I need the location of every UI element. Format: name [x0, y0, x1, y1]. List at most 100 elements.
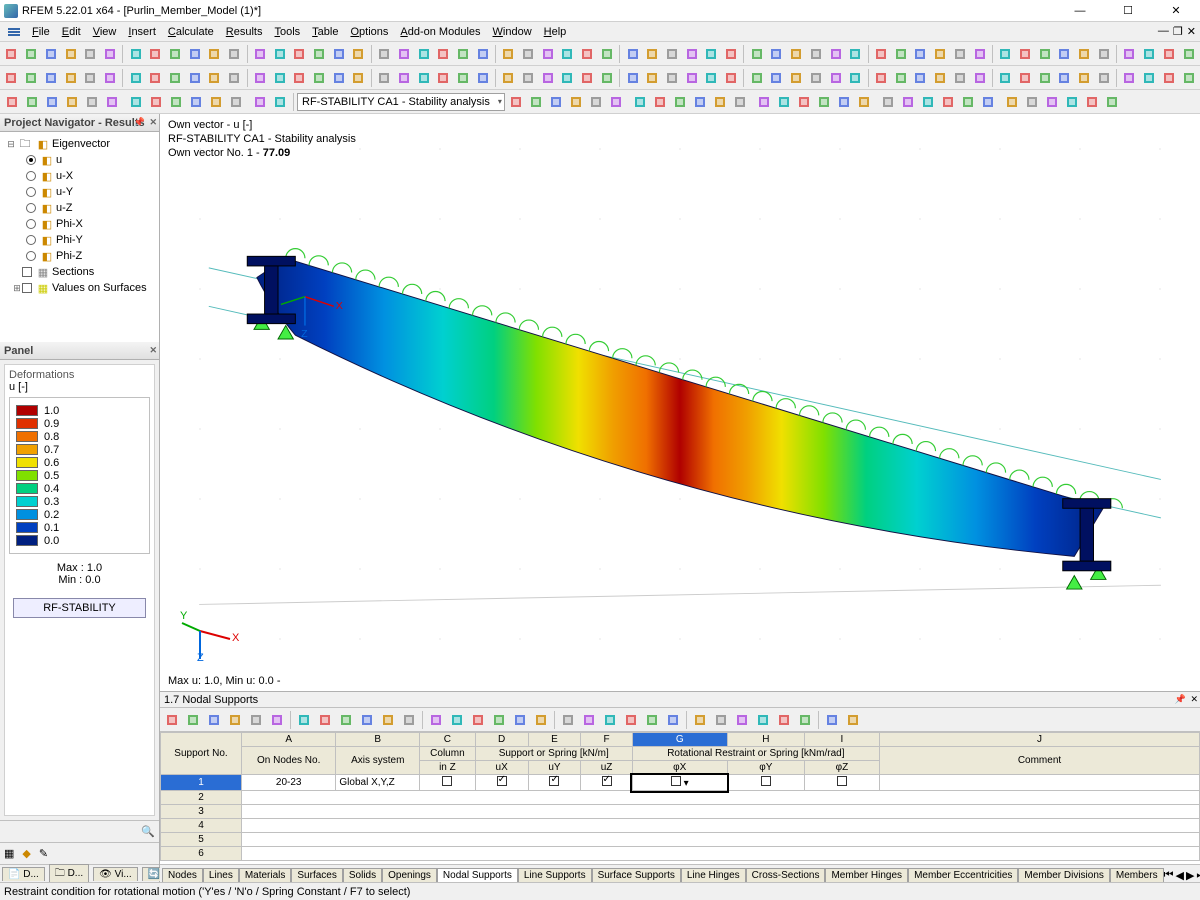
minimize-button[interactable]: —: [1060, 2, 1100, 20]
bptb-btn-26[interactable]: [732, 710, 752, 730]
tb1-btn-19[interactable]: [394, 44, 413, 64]
checkbox-active[interactable]: [671, 776, 681, 786]
tb2-btn-3[interactable]: [61, 68, 80, 88]
tb2-btn-47[interactable]: [970, 68, 989, 88]
tb2-btn-8[interactable]: [166, 68, 185, 88]
nav-tab[interactable]: 📄 D...: [2, 867, 45, 881]
maximize-button[interactable]: ☐: [1108, 2, 1148, 20]
tb2-btn-17[interactable]: [349, 68, 368, 88]
tab-next-icon[interactable]: ▶: [1186, 869, 1194, 882]
nav-tab[interactable]: 👁 Vi...: [93, 867, 138, 881]
tree-item[interactable]: ◧u: [2, 152, 157, 168]
tb3b-btn-18[interactable]: [878, 92, 898, 112]
tab-members[interactable]: Members: [1110, 868, 1164, 882]
panel-tab-icon[interactable]: ✎: [39, 847, 48, 860]
tb2-btn-39[interactable]: [807, 68, 826, 88]
mdi-close-icon[interactable]: ✕: [1187, 25, 1196, 38]
rf-stability-button[interactable]: RF-STABILITY: [13, 598, 146, 618]
tb2-btn-12[interactable]: [250, 68, 269, 88]
tab-member divisions[interactable]: Member Divisions: [1018, 868, 1109, 882]
tree-item[interactable]: ◧u-Y: [2, 184, 157, 200]
tb2-btn-45[interactable]: [931, 68, 950, 88]
tb3b-btn-5[interactable]: [606, 92, 626, 112]
tb2-btn-55[interactable]: [1140, 68, 1159, 88]
tb1-btn-3[interactable]: [61, 44, 80, 64]
tree-item[interactable]: ◧Phi-Y: [2, 232, 157, 248]
tb1-btn-56[interactable]: [1160, 44, 1179, 64]
tb2-btn-35[interactable]: [722, 68, 741, 88]
bptb-btn-31[interactable]: [843, 710, 863, 730]
tb3a-btn-1[interactable]: [22, 92, 42, 112]
tb1-btn-23[interactable]: [473, 44, 492, 64]
bptb-btn-13[interactable]: [447, 710, 467, 730]
tb2-btn-56[interactable]: [1160, 68, 1179, 88]
tb1-btn-31[interactable]: [643, 44, 662, 64]
tb2-btn-4[interactable]: [81, 68, 100, 88]
tb2-btn-0[interactable]: [2, 68, 21, 88]
tb2-btn-19[interactable]: [394, 68, 413, 88]
tb3a-btn-6[interactable]: [126, 92, 146, 112]
tb3a-btn-8[interactable]: [166, 92, 186, 112]
bptb-btn-8[interactable]: [336, 710, 356, 730]
tb3a-btn-10[interactable]: [206, 92, 226, 112]
tb3b-btn-3[interactable]: [566, 92, 586, 112]
tb2-btn-7[interactable]: [146, 68, 165, 88]
checkbox[interactable]: [761, 776, 771, 786]
tb1-btn-18[interactable]: [375, 44, 394, 64]
tb2-btn-33[interactable]: [682, 68, 701, 88]
tb3b-btn-10[interactable]: [710, 92, 730, 112]
bptb-btn-27[interactable]: [753, 710, 773, 730]
tb3b-btn-22[interactable]: [958, 92, 978, 112]
menu-view[interactable]: View: [87, 24, 123, 40]
bptb-btn-15[interactable]: [489, 710, 509, 730]
bptb-btn-4[interactable]: [246, 710, 266, 730]
tb1-btn-57[interactable]: [1179, 44, 1198, 64]
pin-icon[interactable]: 📌: [1175, 694, 1186, 705]
tb2-btn-46[interactable]: [951, 68, 970, 88]
tb1-btn-33[interactable]: [682, 44, 701, 64]
tb3b-btn-13[interactable]: [774, 92, 794, 112]
bptb-btn-28[interactable]: [774, 710, 794, 730]
tb3b-btn-20[interactable]: [918, 92, 938, 112]
tb3b-btn-7[interactable]: [650, 92, 670, 112]
tb1-btn-22[interactable]: [454, 44, 473, 64]
tab-prev-icon[interactable]: ◀: [1175, 869, 1183, 882]
tb2-btn-34[interactable]: [702, 68, 721, 88]
tab-nodal supports[interactable]: Nodal Supports: [437, 868, 518, 882]
tb3a-btn-3[interactable]: [62, 92, 82, 112]
tb3b-btn-25[interactable]: [1022, 92, 1042, 112]
tb3b-btn-14[interactable]: [794, 92, 814, 112]
magnify-icon[interactable]: 🔍: [141, 825, 155, 838]
tb3b-btn-28[interactable]: [1082, 92, 1102, 112]
tb2-btn-2[interactable]: [41, 68, 60, 88]
tb1-btn-15[interactable]: [310, 44, 329, 64]
tb1-btn-52[interactable]: [1075, 44, 1094, 64]
bptb-btn-16[interactable]: [510, 710, 530, 730]
tab-line hinges[interactable]: Line Hinges: [681, 868, 746, 882]
tb1-btn-12[interactable]: [250, 44, 269, 64]
tree-extra[interactable]: ⊞▦Values on Surfaces: [2, 280, 157, 296]
tb2-btn-32[interactable]: [663, 68, 682, 88]
tb1-btn-27[interactable]: [558, 44, 577, 64]
tree-item[interactable]: ◧Phi-Z: [2, 248, 157, 264]
bptb-btn-21[interactable]: [621, 710, 641, 730]
menu-edit[interactable]: Edit: [56, 24, 87, 40]
tb2-btn-54[interactable]: [1120, 68, 1139, 88]
menu-help[interactable]: Help: [538, 24, 573, 40]
tb3b-btn-16[interactable]: [834, 92, 854, 112]
mdi-restore-icon[interactable]: ❐: [1173, 25, 1183, 38]
bptb-btn-17[interactable]: [531, 710, 551, 730]
close-icon[interactable]: ✕: [149, 345, 157, 356]
tb1-btn-39[interactable]: [807, 44, 826, 64]
analysis-combo[interactable]: RF-STABILITY CA1 - Stability analysis: [297, 93, 505, 111]
tb1-btn-46[interactable]: [951, 44, 970, 64]
tb3b-btn-0[interactable]: [506, 92, 526, 112]
tb1-btn-7[interactable]: [146, 44, 165, 64]
tb1-btn-30[interactable]: [623, 44, 642, 64]
tab-surface supports[interactable]: Surface Supports: [592, 868, 681, 882]
menu-options[interactable]: Options: [344, 24, 394, 40]
tb2-btn-15[interactable]: [310, 68, 329, 88]
tb1-btn-53[interactable]: [1094, 44, 1113, 64]
tb3a-btn-2[interactable]: [42, 92, 62, 112]
bptb-btn-14[interactable]: [468, 710, 488, 730]
